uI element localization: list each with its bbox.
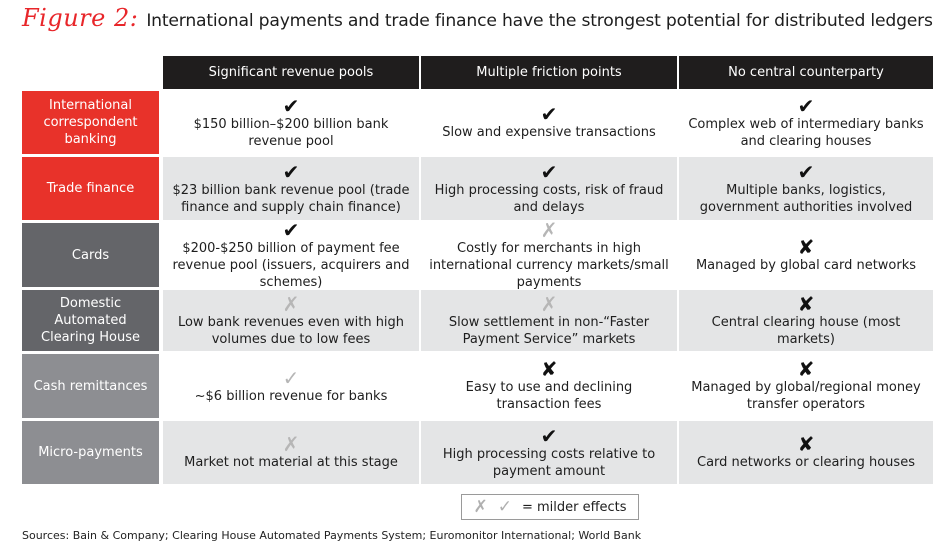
row-label: Micro-payments bbox=[22, 421, 159, 484]
faint-x-icon: ✗ bbox=[473, 497, 488, 517]
table-cell: ✔ Multiple banks, logistics, government a… bbox=[679, 157, 933, 220]
faint-x-icon: ✗ bbox=[282, 291, 300, 316]
cell-text: Multiple banks, logistics, government au… bbox=[699, 182, 913, 215]
cell-text: Managed by global card networks bbox=[695, 257, 917, 273]
cell-text: Easy to use and declining transaction fe… bbox=[465, 380, 633, 412]
figure-title: Figure 2: International payments and tra… bbox=[22, 4, 933, 32]
check-mark-icon: ✔ bbox=[540, 102, 558, 126]
cell-text: Complex web of intermediary banks and cl… bbox=[688, 116, 924, 149]
table-cell: ✘ Managed by global/regional money transf… bbox=[679, 354, 933, 418]
table-cell: ✔ $150 billion–$200 billion bank revenue … bbox=[163, 91, 419, 154]
faint-x-icon: ✗ bbox=[540, 217, 558, 242]
table-cell: ✔ $200-$250 billion of payment fee revenu… bbox=[163, 217, 419, 290]
check-mark-icon: ✔ bbox=[797, 159, 815, 184]
cell-text: Costly for merchants in high internation… bbox=[429, 240, 669, 290]
row-label: Cards bbox=[22, 223, 159, 287]
x-mark-icon: ✘ bbox=[540, 357, 558, 381]
table-cell: ✔ Slow and expensive transactions bbox=[421, 91, 677, 154]
table-cell: ✘ Card networks or clearing houses bbox=[679, 421, 933, 484]
check-mark-icon: ✔ bbox=[282, 217, 300, 242]
column-header-central-counterparty: No central counterparty bbox=[679, 56, 933, 89]
faint-check-icon: ✓ bbox=[497, 497, 512, 517]
column-header-friction-points: Multiple friction points bbox=[421, 56, 677, 89]
check-mark-icon: ✔ bbox=[797, 93, 815, 118]
cell-text: High processing costs, risk of fraud and… bbox=[434, 182, 664, 215]
table-cell: ✘ Managed by global card networks bbox=[679, 223, 933, 287]
table-cell: ✘ Easy to use and declining transaction f… bbox=[421, 354, 677, 418]
faint-x-icon: ✗ bbox=[282, 432, 300, 456]
table-cell: ✗ Low bank revenues even with high volume… bbox=[163, 290, 419, 351]
table-cell: ✔ High processing costs, risk of fraud an… bbox=[421, 157, 677, 220]
table-cell: ✗ Market not material at this stage bbox=[163, 421, 419, 484]
x-mark-icon: ✘ bbox=[797, 291, 815, 316]
table-cell: ✗ Slow settlement in non-“Faster Payment … bbox=[421, 290, 677, 351]
table-cell: ✗ Costly for merchants in high internatio… bbox=[421, 217, 677, 290]
x-mark-icon: ✘ bbox=[797, 234, 815, 259]
check-mark-icon: ✔ bbox=[540, 159, 558, 184]
legend: ✗ ✓ = milder effects bbox=[461, 494, 639, 520]
row-label: International correspondent banking bbox=[22, 91, 159, 154]
row-label: Trade finance bbox=[22, 157, 159, 220]
check-mark-icon: ✔ bbox=[540, 423, 558, 448]
legend-text: = milder effects bbox=[521, 499, 627, 515]
cell-text: Slow and expensive transactions bbox=[442, 125, 656, 140]
table-cell: ✔ High processing costs relative to payme… bbox=[421, 421, 677, 484]
column-header-revenue-pools: Significant revenue pools bbox=[163, 56, 419, 89]
table-cell: ✓ ~$6 billion revenue for banks bbox=[163, 354, 419, 418]
cell-text: Slow settlement in non-“Faster Payment S… bbox=[448, 314, 650, 347]
table-cell: ✘ Central clearing house (most markets) bbox=[679, 290, 933, 351]
table-cell: ✔ Complex web of intermediary banks and c… bbox=[679, 91, 933, 154]
row-label: Cash remittances bbox=[22, 354, 159, 418]
cell-text: $200-$250 billion of payment fee revenue… bbox=[172, 240, 410, 290]
table-cell: ✔ $23 billion bank revenue pool (trade fi… bbox=[163, 157, 419, 220]
cell-text: $23 billion bank revenue pool (trade fin… bbox=[172, 182, 410, 215]
cell-text: High processing costs relative to paymen… bbox=[442, 446, 656, 479]
check-mark-icon: ✔ bbox=[282, 159, 300, 184]
cell-text: Central clearing house (most markets) bbox=[711, 314, 901, 347]
row-label: Domestic Automated Clearing House bbox=[22, 290, 159, 351]
cell-text: Card networks or clearing houses bbox=[697, 455, 915, 470]
x-mark-icon: ✘ bbox=[797, 432, 815, 456]
cell-text: ~$6 billion revenue for banks bbox=[194, 388, 388, 404]
x-mark-icon: ✘ bbox=[797, 357, 815, 381]
cell-text: Managed by global/regional money transfe… bbox=[691, 380, 921, 412]
check-mark-icon: ✔ bbox=[282, 93, 300, 118]
cell-text: Low bank revenues even with high volumes… bbox=[177, 314, 405, 347]
sources-note: Sources: Bain & Company; Clearing House … bbox=[22, 529, 642, 542]
cell-text: $150 billion–$200 billion bank revenue p… bbox=[193, 116, 389, 149]
cell-text: Market not material at this stage bbox=[184, 455, 398, 470]
faint-x-icon: ✗ bbox=[540, 291, 558, 316]
figure-label: Figure 2: bbox=[22, 4, 139, 32]
figure-title-text: International payments and trade finance… bbox=[146, 11, 933, 31]
faint-check-icon: ✓ bbox=[282, 365, 300, 390]
